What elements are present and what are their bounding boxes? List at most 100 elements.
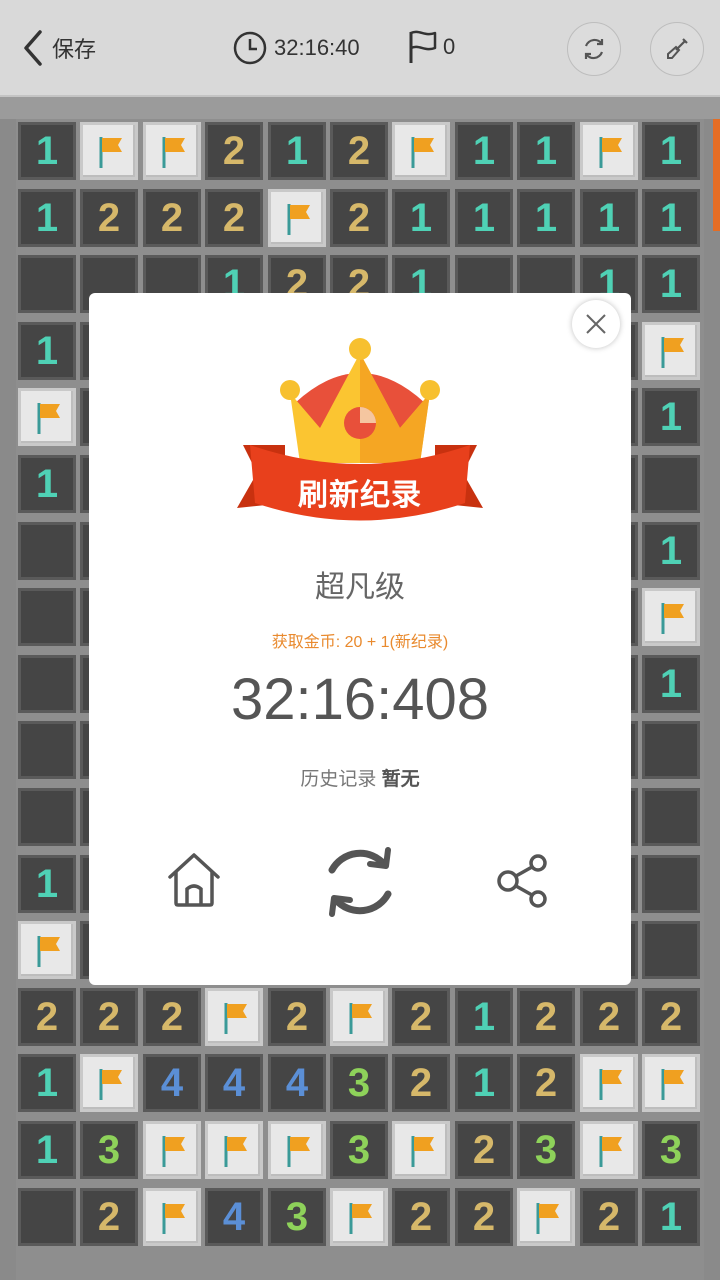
number-cell[interactable]: 2 <box>80 189 138 247</box>
number-cell[interactable]: 2 <box>80 1188 138 1246</box>
number-cell[interactable]: 1 <box>18 855 76 913</box>
empty-cell[interactable] <box>642 721 700 779</box>
number-cell[interactable]: 2 <box>18 988 76 1046</box>
home-button[interactable] <box>165 845 223 911</box>
close-button[interactable] <box>572 300 620 348</box>
empty-cell[interactable] <box>18 1188 76 1246</box>
back-label: 保存 <box>52 37 97 62</box>
flagged-cell[interactable] <box>18 921 76 979</box>
number-cell[interactable]: 3 <box>517 1121 575 1179</box>
flagged-cell[interactable] <box>392 122 450 180</box>
flagged-cell[interactable] <box>80 122 138 180</box>
number-cell[interactable]: 4 <box>205 1188 263 1246</box>
empty-cell[interactable] <box>642 455 700 513</box>
number-cell[interactable]: 1 <box>455 1054 513 1112</box>
number-cell[interactable]: 1 <box>642 655 700 713</box>
number-cell[interactable]: 2 <box>455 1121 513 1179</box>
number-cell[interactable]: 2 <box>642 988 700 1046</box>
empty-cell[interactable] <box>18 588 76 646</box>
flagged-cell[interactable] <box>330 1188 388 1246</box>
empty-cell[interactable] <box>18 788 76 846</box>
number-cell[interactable]: 1 <box>642 122 700 180</box>
number-cell[interactable]: 1 <box>642 189 700 247</box>
number-cell[interactable]: 1 <box>642 522 700 580</box>
flagged-cell[interactable] <box>143 1121 201 1179</box>
flagged-cell[interactable] <box>143 122 201 180</box>
flagged-cell[interactable] <box>580 122 638 180</box>
refresh-icon <box>584 38 604 60</box>
number-cell[interactable]: 1 <box>18 1121 76 1179</box>
number-cell[interactable]: 2 <box>330 122 388 180</box>
number-cell[interactable]: 3 <box>268 1188 326 1246</box>
number-cell[interactable]: 1 <box>18 1054 76 1112</box>
number-cell[interactable]: 1 <box>455 189 513 247</box>
number-cell[interactable]: 2 <box>392 1054 450 1112</box>
empty-cell[interactable] <box>18 255 76 313</box>
flagged-cell[interactable] <box>18 388 76 446</box>
flagged-cell[interactable] <box>642 322 700 380</box>
flagged-cell[interactable] <box>517 1188 575 1246</box>
flagged-cell[interactable] <box>268 189 326 247</box>
number-cell[interactable]: 1 <box>18 455 76 513</box>
flag-icon <box>349 1003 372 1034</box>
number-cell[interactable]: 1 <box>642 1188 700 1246</box>
number-cell[interactable]: 3 <box>330 1054 388 1112</box>
number-cell[interactable]: 3 <box>330 1121 388 1179</box>
number-cell[interactable]: 2 <box>517 988 575 1046</box>
number-cell[interactable]: 2 <box>517 1054 575 1112</box>
flagged-cell[interactable] <box>330 988 388 1046</box>
number-cell[interactable]: 1 <box>517 189 575 247</box>
number-cell[interactable]: 2 <box>392 1188 450 1246</box>
number-cell[interactable]: 1 <box>455 122 513 180</box>
number-cell[interactable]: 2 <box>392 988 450 1046</box>
empty-cell[interactable] <box>18 655 76 713</box>
restart-button[interactable] <box>567 22 621 76</box>
number-cell[interactable]: 1 <box>642 255 700 313</box>
flagged-cell[interactable] <box>580 1121 638 1179</box>
number-cell[interactable]: 1 <box>268 122 326 180</box>
flagged-cell[interactable] <box>580 1054 638 1112</box>
number-cell[interactable]: 1 <box>18 122 76 180</box>
flagged-cell[interactable] <box>268 1121 326 1179</box>
empty-cell[interactable] <box>18 721 76 779</box>
number-cell[interactable]: 1 <box>580 189 638 247</box>
number-cell[interactable]: 2 <box>455 1188 513 1246</box>
number-cell[interactable]: 2 <box>268 988 326 1046</box>
empty-cell[interactable] <box>642 855 700 913</box>
number-cell[interactable]: 3 <box>642 1121 700 1179</box>
number-cell[interactable]: 2 <box>330 189 388 247</box>
number-cell[interactable]: 3 <box>80 1121 138 1179</box>
number-cell[interactable]: 4 <box>205 1054 263 1112</box>
flagged-cell[interactable] <box>143 1188 201 1246</box>
empty-cell[interactable] <box>642 788 700 846</box>
flagged-cell[interactable] <box>205 1121 263 1179</box>
number-cell[interactable]: 2 <box>580 1188 638 1246</box>
number-cell[interactable]: 4 <box>143 1054 201 1112</box>
number-cell[interactable]: 1 <box>18 322 76 380</box>
number-cell[interactable]: 1 <box>517 122 575 180</box>
number-cell[interactable]: 2 <box>80 988 138 1046</box>
number-cell[interactable]: 2 <box>143 189 201 247</box>
back-save-button[interactable]: 保存 <box>18 28 96 68</box>
scrollbar[interactable] <box>713 119 720 231</box>
number-cell[interactable]: 1 <box>18 189 76 247</box>
flagged-cell[interactable] <box>205 988 263 1046</box>
number-cell[interactable]: 4 <box>268 1054 326 1112</box>
number-cell[interactable]: 2 <box>580 988 638 1046</box>
flagged-cell[interactable] <box>642 588 700 646</box>
tool-button[interactable] <box>650 22 704 76</box>
number-cell[interactable]: 2 <box>205 189 263 247</box>
replay-button[interactable] <box>318 840 402 924</box>
flagged-cell[interactable] <box>392 1121 450 1179</box>
empty-cell[interactable] <box>18 522 76 580</box>
flagged-cell[interactable] <box>80 1054 138 1112</box>
top-bar: 保存 32:16:40 0 <box>0 0 720 97</box>
empty-cell[interactable] <box>642 921 700 979</box>
number-cell[interactable]: 1 <box>455 988 513 1046</box>
number-cell[interactable]: 1 <box>642 388 700 446</box>
flagged-cell[interactable] <box>642 1054 700 1112</box>
number-cell[interactable]: 1 <box>392 189 450 247</box>
number-cell[interactable]: 2 <box>143 988 201 1046</box>
number-cell[interactable]: 2 <box>205 122 263 180</box>
share-button[interactable] <box>496 853 552 909</box>
